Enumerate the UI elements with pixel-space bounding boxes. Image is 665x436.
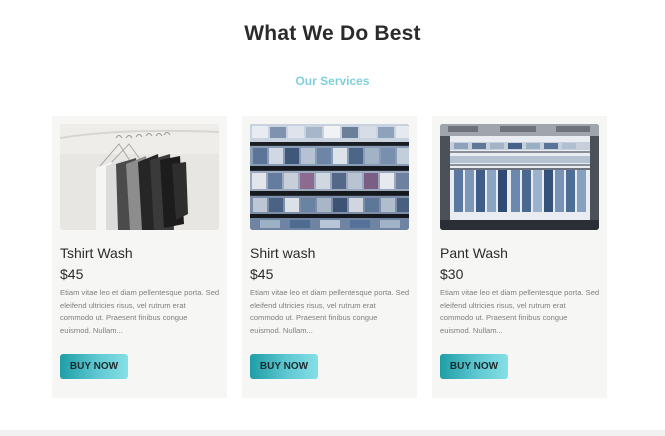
service-price: $45 (250, 266, 274, 282)
buy-now-button[interactable]: BUY NOW (440, 354, 508, 379)
service-card-tshirt-wash: Tshirt Wash $45 Etiam vitae leo et diam … (52, 116, 227, 398)
buy-now-button[interactable]: BUY NOW (60, 354, 128, 379)
section-title: What We Do Best (244, 22, 421, 45)
service-title: Shirt wash (250, 245, 316, 261)
section-divider (0, 430, 665, 436)
section-subtitle: Our Services (295, 74, 370, 88)
service-price: $45 (60, 266, 84, 282)
service-card-shirt-wash: Shirt wash $45 Etiam vitae leo et diam p… (242, 116, 417, 398)
service-title: Tshirt Wash (60, 245, 133, 261)
service-title: Pant Wash (440, 245, 508, 261)
service-price: $30 (440, 266, 464, 282)
service-description: Etiam vitae leo et diam pellentesque por… (60, 288, 220, 335)
tshirts-on-hangers-photo (60, 124, 219, 230)
jeans-display-rack-photo (440, 124, 599, 230)
service-description: Etiam vitae leo et diam pellentesque por… (440, 288, 600, 335)
service-card-pant-wash: Pant Wash $30 Etiam vitae leo et diam pe… (432, 116, 607, 398)
folded-shirts-on-shelves-photo (250, 124, 409, 230)
buy-now-button[interactable]: BUY NOW (250, 354, 318, 379)
service-description: Etiam vitae leo et diam pellentesque por… (250, 288, 410, 335)
